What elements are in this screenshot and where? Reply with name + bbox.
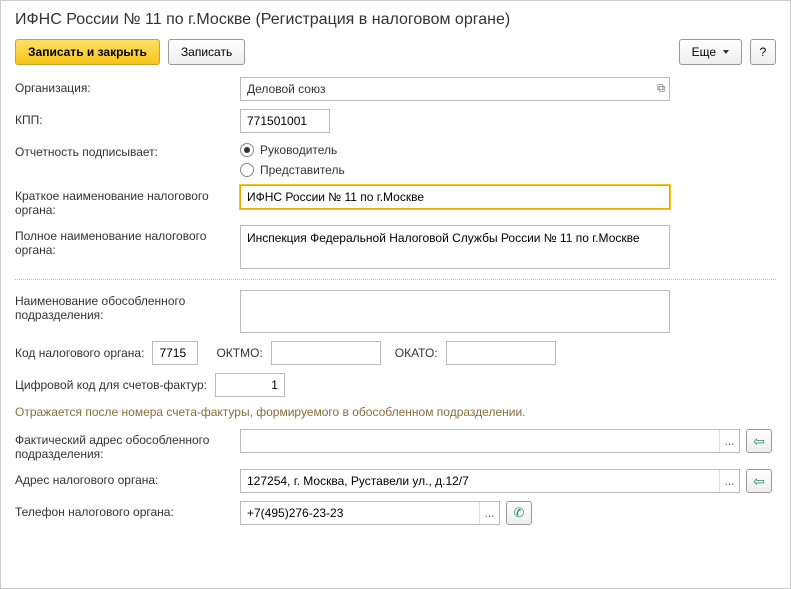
arrow-left-icon: ⇦ [753,433,765,450]
help-button[interactable]: ? [750,39,776,65]
unit-name-input[interactable] [240,290,670,334]
call-button[interactable]: ✆ [506,501,532,525]
okato-input[interactable] [446,341,556,365]
phone-field[interactable]: ... [240,501,500,525]
kpp-input[interactable] [240,109,330,133]
tax-addr-label: Адрес налогового органа: [15,469,240,487]
save-close-button[interactable]: Записать и закрыть [15,39,160,65]
signer-head-text: Руководитель [260,143,337,157]
oktmo-label: ОКТМО: [216,346,262,360]
open-icon[interactable]: ⧉ [657,83,665,96]
org-field[interactable]: Деловой союз ⧉ [240,77,670,101]
tax-code-input[interactable] [152,341,198,365]
save-button[interactable]: Записать [168,39,245,65]
toolbar: Записать и закрыть Записать Еще ? [15,39,776,65]
fill-actual-addr-button[interactable]: ⇦ [746,429,772,453]
arrow-left-icon: ⇦ [753,473,765,490]
signer-rep-radio[interactable]: Представитель [240,163,345,177]
full-name-label: Полное наименование налогового органа: [15,225,240,257]
full-name-input[interactable] [240,225,670,269]
unit-name-label: Наименование обособленного подразделения… [15,290,240,322]
phone-input[interactable] [241,502,479,524]
ellipsis-icon[interactable]: ... [719,430,739,452]
hint-text: Отражается после номера счета-фактуры, ф… [15,405,776,419]
org-value: Деловой союз [247,82,325,96]
tax-addr-field[interactable]: ... [240,469,740,493]
ellipsis-icon[interactable]: ... [719,470,739,492]
org-label: Организация: [15,77,240,95]
more-button[interactable]: Еще [679,39,742,65]
invoice-code-input[interactable] [215,373,285,397]
actual-addr-label: Фактический адрес обособленного подразде… [15,429,240,461]
phone-icon: ✆ [514,505,525,521]
divider [15,279,776,280]
tax-code-label: Код налогового органа: [15,346,144,360]
signer-rep-text: Представитель [260,163,345,177]
short-name-input[interactable] [240,185,670,209]
oktmo-input[interactable] [271,341,381,365]
signer-label: Отчетность подписывает: [15,141,240,159]
signer-head-radio[interactable]: Руководитель [240,143,345,157]
more-label: Еще [692,45,716,59]
phone-label: Телефон налогового органа: [15,501,240,519]
radio-checked-icon [240,143,254,157]
page-title: ИФНС России № 11 по г.Москве (Регистраци… [15,11,776,29]
tax-addr-input[interactable] [241,470,719,492]
okato-label: ОКАТО: [395,346,438,360]
actual-addr-field[interactable]: ... [240,429,740,453]
actual-addr-input[interactable] [241,430,719,452]
short-name-label: Краткое наименование налогового органа: [15,185,240,217]
radio-unchecked-icon [240,163,254,177]
kpp-label: КПП: [15,109,240,127]
invoice-code-label: Цифровой код для счетов-фактур: [15,378,207,392]
chevron-down-icon [723,50,729,54]
ellipsis-icon[interactable]: ... [479,502,499,524]
fill-tax-addr-button[interactable]: ⇦ [746,469,772,493]
